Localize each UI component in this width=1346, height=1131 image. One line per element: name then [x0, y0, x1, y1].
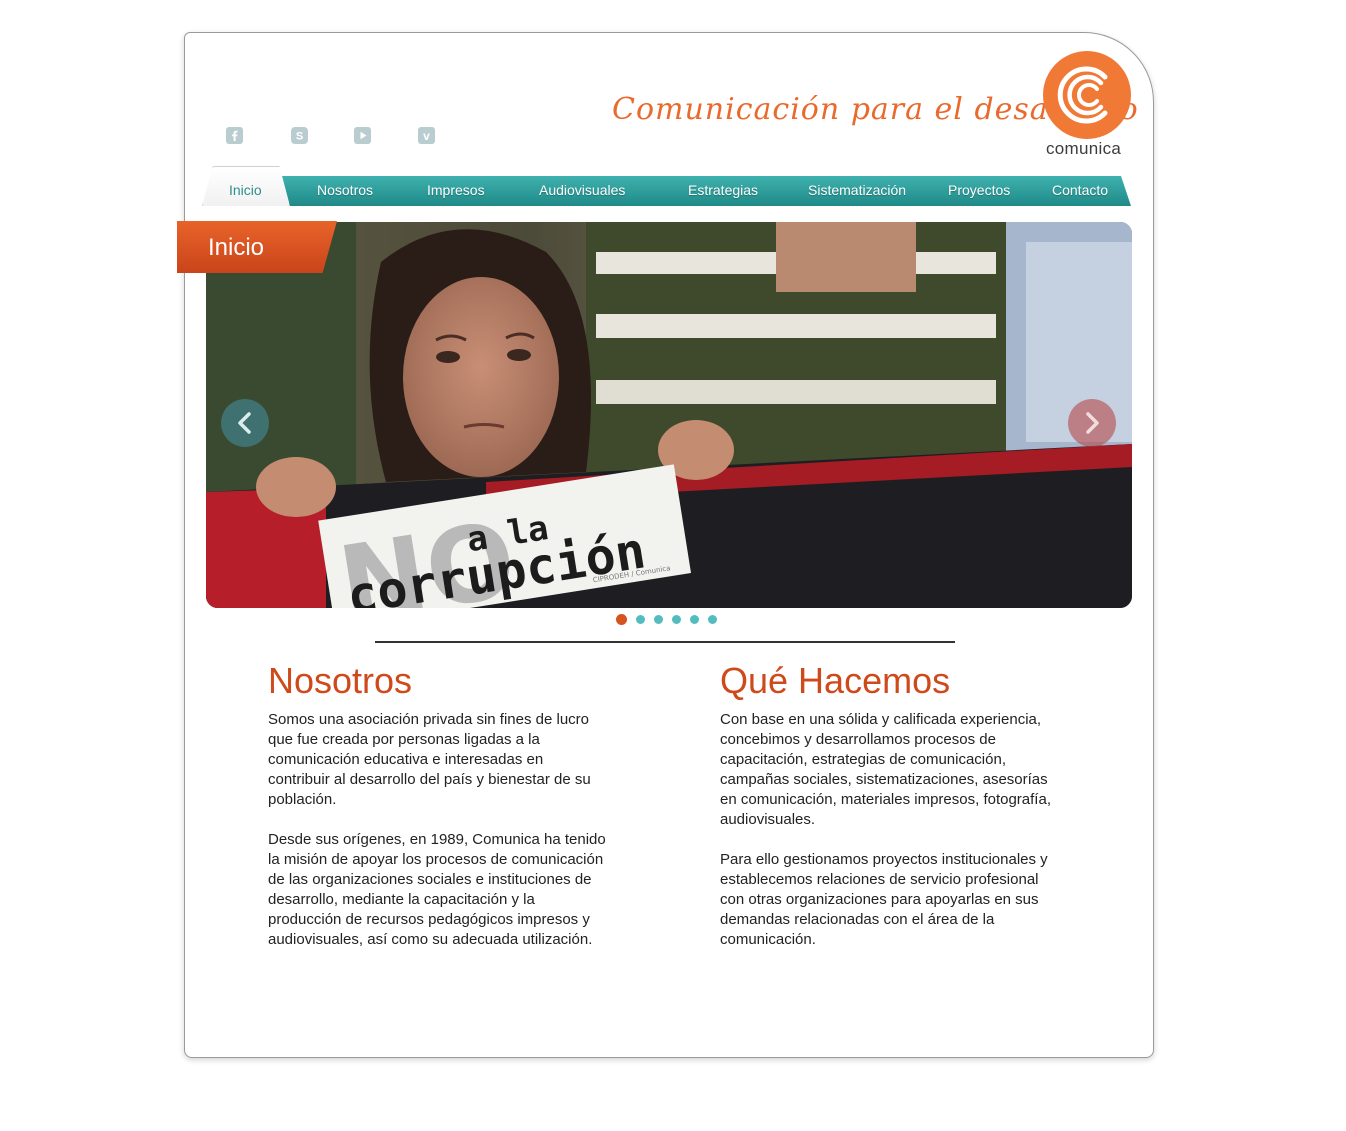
logo-wordmark: comunica	[1046, 139, 1122, 158]
svg-text:S: S	[296, 131, 303, 143]
services-section: Qué Hacemos Con base en una sólida y cal…	[720, 660, 1060, 970]
facebook-icon[interactable]	[226, 127, 243, 144]
skype-icon[interactable]: S	[291, 127, 308, 144]
slider-dot[interactable]	[636, 615, 645, 624]
services-paragraph-2: Para ello gestionamos proyectos instituc…	[720, 851, 1048, 948]
slider-dot[interactable]	[654, 615, 663, 624]
services-paragraph-1: Con base en una sólida y calificada expe…	[720, 711, 1051, 828]
hero-slider[interactable]: NO a la corrupción CIPRODEH / Comunica	[206, 222, 1132, 608]
about-paragraph-1: Somos una asociación privada sin fines d…	[268, 711, 591, 808]
nav-item-inicio[interactable]: Inicio	[229, 182, 262, 198]
about-paragraph-2: Desde sus orígenes, en 1989, Comunica ha…	[268, 831, 606, 948]
hero-photo: NO a la corrupción CIPRODEH / Comunica	[206, 222, 1132, 608]
nav-item-proyectos[interactable]: Proyectos	[948, 182, 1010, 198]
slider-next-button[interactable]	[1068, 399, 1116, 447]
svg-text:v: v	[423, 129, 430, 143]
about-title: Nosotros	[268, 660, 413, 701]
slider-dot[interactable]	[708, 615, 717, 624]
services-title: Qué Hacemos	[720, 660, 951, 701]
nav-item-nosotros[interactable]: Nosotros	[317, 182, 373, 198]
section-badge-label: Inicio	[208, 234, 265, 261]
chevron-left-icon	[238, 412, 251, 434]
slider-pagination	[616, 614, 717, 625]
nav-item-contacto[interactable]: Contacto	[1052, 182, 1108, 198]
comunica-logo-icon[interactable]	[1043, 51, 1131, 139]
nav-item-sistematizacion[interactable]: Sistematización	[808, 182, 906, 198]
nav-item-estrategias[interactable]: Estrategias	[688, 182, 758, 198]
slider-dot[interactable]	[672, 615, 681, 624]
nav-item-impresos[interactable]: Impresos	[427, 182, 485, 198]
slider-dot[interactable]	[690, 615, 699, 624]
slider-prev-button[interactable]	[221, 399, 269, 447]
slider-dot[interactable]	[616, 614, 627, 625]
vimeo-icon[interactable]: v	[418, 127, 435, 144]
chevron-right-icon	[1086, 412, 1099, 434]
section-divider	[375, 641, 955, 643]
youtube-icon[interactable]	[354, 127, 371, 144]
nav-item-audiovisuales[interactable]: Audiovisuales	[539, 182, 625, 198]
about-section: Nosotros Somos una asociación privada si…	[268, 660, 608, 970]
